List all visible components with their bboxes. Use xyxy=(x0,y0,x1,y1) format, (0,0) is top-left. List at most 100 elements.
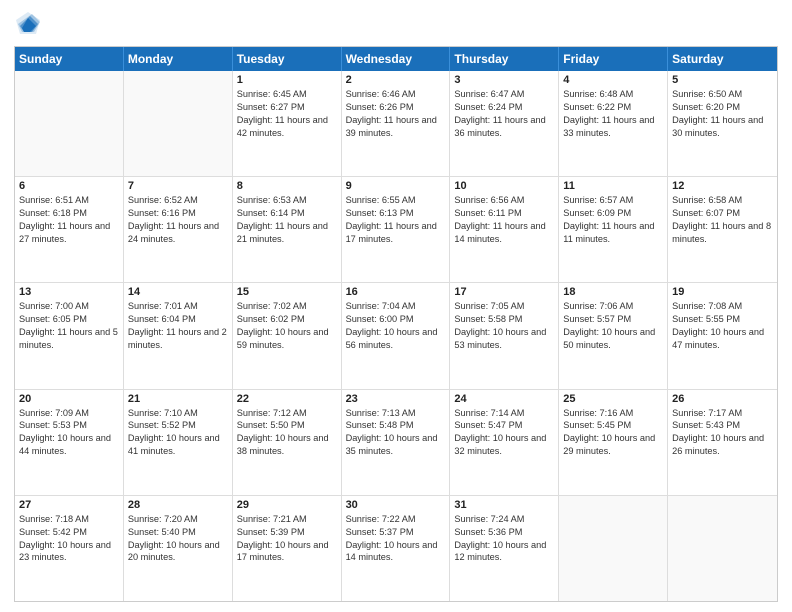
sunrise-text: Sunrise: 6:48 AM xyxy=(563,88,663,101)
sunset-text: Sunset: 6:20 PM xyxy=(672,101,773,114)
calendar-cell-12: 12Sunrise: 6:58 AMSunset: 6:07 PMDayligh… xyxy=(668,177,777,282)
daylight-text: Daylight: 10 hours and 29 minutes. xyxy=(563,432,663,458)
day-number: 9 xyxy=(346,180,446,192)
sunrise-text: Sunrise: 7:20 AM xyxy=(128,513,228,526)
day-number: 24 xyxy=(454,393,554,405)
day-of-week-wednesday: Wednesday xyxy=(342,47,451,71)
sunrise-text: Sunrise: 6:58 AM xyxy=(672,194,773,207)
sunset-text: Sunset: 6:04 PM xyxy=(128,313,228,326)
sunrise-text: Sunrise: 7:02 AM xyxy=(237,300,337,313)
sunset-text: Sunset: 5:53 PM xyxy=(19,419,119,432)
sunrise-text: Sunrise: 7:24 AM xyxy=(454,513,554,526)
calendar-row-2: 6Sunrise: 6:51 AMSunset: 6:18 PMDaylight… xyxy=(15,177,777,283)
sunrise-text: Sunrise: 7:13 AM xyxy=(346,407,446,420)
daylight-text: Daylight: 11 hours and 33 minutes. xyxy=(563,114,663,140)
day-of-week-friday: Friday xyxy=(559,47,668,71)
day-of-week-sunday: Sunday xyxy=(15,47,124,71)
sunset-text: Sunset: 6:05 PM xyxy=(19,313,119,326)
sunset-text: Sunset: 6:09 PM xyxy=(563,207,663,220)
calendar-body: 1Sunrise: 6:45 AMSunset: 6:27 PMDaylight… xyxy=(15,71,777,601)
daylight-text: Daylight: 10 hours and 59 minutes. xyxy=(237,326,337,352)
sunrise-text: Sunrise: 7:10 AM xyxy=(128,407,228,420)
calendar-cell-23: 23Sunrise: 7:13 AMSunset: 5:48 PMDayligh… xyxy=(342,390,451,495)
sunrise-text: Sunrise: 7:21 AM xyxy=(237,513,337,526)
day-of-week-saturday: Saturday xyxy=(668,47,777,71)
daylight-text: Daylight: 10 hours and 35 minutes. xyxy=(346,432,446,458)
sunrise-text: Sunrise: 7:16 AM xyxy=(563,407,663,420)
calendar-cell-4: 4Sunrise: 6:48 AMSunset: 6:22 PMDaylight… xyxy=(559,71,668,176)
day-number: 16 xyxy=(346,286,446,298)
sunset-text: Sunset: 6:13 PM xyxy=(346,207,446,220)
daylight-text: Daylight: 11 hours and 2 minutes. xyxy=(128,326,228,352)
calendar-cell-8: 8Sunrise: 6:53 AMSunset: 6:14 PMDaylight… xyxy=(233,177,342,282)
sunrise-text: Sunrise: 7:12 AM xyxy=(237,407,337,420)
sunrise-text: Sunrise: 7:09 AM xyxy=(19,407,119,420)
calendar-cell-24: 24Sunrise: 7:14 AMSunset: 5:47 PMDayligh… xyxy=(450,390,559,495)
calendar-cell-10: 10Sunrise: 6:56 AMSunset: 6:11 PMDayligh… xyxy=(450,177,559,282)
sunset-text: Sunset: 6:00 PM xyxy=(346,313,446,326)
day-number: 10 xyxy=(454,180,554,192)
sunrise-text: Sunrise: 6:56 AM xyxy=(454,194,554,207)
calendar-cell-21: 21Sunrise: 7:10 AMSunset: 5:52 PMDayligh… xyxy=(124,390,233,495)
sunrise-text: Sunrise: 7:08 AM xyxy=(672,300,773,313)
day-number: 11 xyxy=(563,180,663,192)
day-of-week-tuesday: Tuesday xyxy=(233,47,342,71)
daylight-text: Daylight: 10 hours and 23 minutes. xyxy=(19,539,119,565)
calendar-cell-7: 7Sunrise: 6:52 AMSunset: 6:16 PMDaylight… xyxy=(124,177,233,282)
sunset-text: Sunset: 5:47 PM xyxy=(454,419,554,432)
daylight-text: Daylight: 10 hours and 12 minutes. xyxy=(454,539,554,565)
day-number: 18 xyxy=(563,286,663,298)
day-number: 22 xyxy=(237,393,337,405)
calendar-row-3: 13Sunrise: 7:00 AMSunset: 6:05 PMDayligh… xyxy=(15,283,777,389)
sunset-text: Sunset: 5:55 PM xyxy=(672,313,773,326)
sunset-text: Sunset: 6:07 PM xyxy=(672,207,773,220)
calendar-header: SundayMondayTuesdayWednesdayThursdayFrid… xyxy=(15,47,777,71)
day-number: 8 xyxy=(237,180,337,192)
daylight-text: Daylight: 10 hours and 56 minutes. xyxy=(346,326,446,352)
daylight-text: Daylight: 10 hours and 32 minutes. xyxy=(454,432,554,458)
page: SundayMondayTuesdayWednesdayThursdayFrid… xyxy=(0,0,792,612)
calendar-row-5: 27Sunrise: 7:18 AMSunset: 5:42 PMDayligh… xyxy=(15,496,777,601)
sunset-text: Sunset: 6:26 PM xyxy=(346,101,446,114)
sunset-text: Sunset: 6:02 PM xyxy=(237,313,337,326)
sunrise-text: Sunrise: 7:00 AM xyxy=(19,300,119,313)
sunset-text: Sunset: 5:42 PM xyxy=(19,526,119,539)
sunset-text: Sunset: 5:39 PM xyxy=(237,526,337,539)
sunset-text: Sunset: 6:24 PM xyxy=(454,101,554,114)
calendar-cell-3: 3Sunrise: 6:47 AMSunset: 6:24 PMDaylight… xyxy=(450,71,559,176)
sunset-text: Sunset: 5:57 PM xyxy=(563,313,663,326)
day-number: 5 xyxy=(672,74,773,86)
calendar-cell-15: 15Sunrise: 7:02 AMSunset: 6:02 PMDayligh… xyxy=(233,283,342,388)
daylight-text: Daylight: 10 hours and 53 minutes. xyxy=(454,326,554,352)
day-number: 2 xyxy=(346,74,446,86)
sunrise-text: Sunrise: 6:45 AM xyxy=(237,88,337,101)
daylight-text: Daylight: 11 hours and 30 minutes. xyxy=(672,114,773,140)
header xyxy=(14,10,778,38)
calendar-cell-20: 20Sunrise: 7:09 AMSunset: 5:53 PMDayligh… xyxy=(15,390,124,495)
daylight-text: Daylight: 11 hours and 42 minutes. xyxy=(237,114,337,140)
calendar-cell-17: 17Sunrise: 7:05 AMSunset: 5:58 PMDayligh… xyxy=(450,283,559,388)
daylight-text: Daylight: 10 hours and 38 minutes. xyxy=(237,432,337,458)
daylight-text: Daylight: 11 hours and 36 minutes. xyxy=(454,114,554,140)
sunrise-text: Sunrise: 6:46 AM xyxy=(346,88,446,101)
calendar-cell-2: 2Sunrise: 6:46 AMSunset: 6:26 PMDaylight… xyxy=(342,71,451,176)
calendar-cell-empty xyxy=(559,496,668,601)
calendar-cell-18: 18Sunrise: 7:06 AMSunset: 5:57 PMDayligh… xyxy=(559,283,668,388)
daylight-text: Daylight: 10 hours and 50 minutes. xyxy=(563,326,663,352)
sunrise-text: Sunrise: 7:22 AM xyxy=(346,513,446,526)
calendar-cell-29: 29Sunrise: 7:21 AMSunset: 5:39 PMDayligh… xyxy=(233,496,342,601)
daylight-text: Daylight: 11 hours and 14 minutes. xyxy=(454,220,554,246)
daylight-text: Daylight: 11 hours and 11 minutes. xyxy=(563,220,663,246)
sunrise-text: Sunrise: 7:01 AM xyxy=(128,300,228,313)
day-number: 25 xyxy=(563,393,663,405)
day-number: 31 xyxy=(454,499,554,511)
daylight-text: Daylight: 10 hours and 26 minutes. xyxy=(672,432,773,458)
day-number: 28 xyxy=(128,499,228,511)
sunset-text: Sunset: 5:45 PM xyxy=(563,419,663,432)
sunset-text: Sunset: 5:37 PM xyxy=(346,526,446,539)
daylight-text: Daylight: 10 hours and 17 minutes. xyxy=(237,539,337,565)
daylight-text: Daylight: 10 hours and 20 minutes. xyxy=(128,539,228,565)
calendar-cell-9: 9Sunrise: 6:55 AMSunset: 6:13 PMDaylight… xyxy=(342,177,451,282)
calendar-cell-empty xyxy=(15,71,124,176)
calendar-cell-14: 14Sunrise: 7:01 AMSunset: 6:04 PMDayligh… xyxy=(124,283,233,388)
